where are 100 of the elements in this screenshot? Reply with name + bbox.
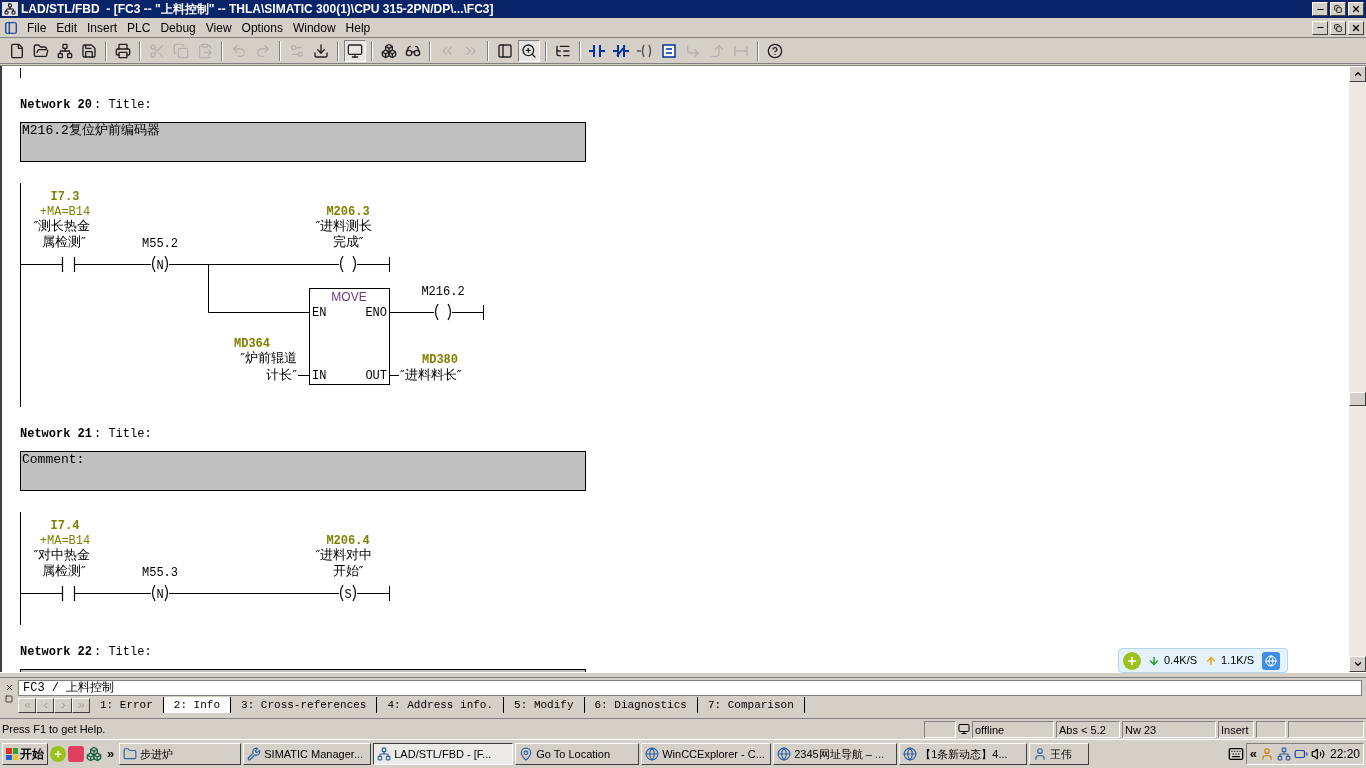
zoom-icon (521, 42, 537, 59)
tray-expand-button[interactable]: « (1249, 744, 1257, 764)
keyboard-icon (1227, 746, 1244, 762)
window-title: LAD/STL/FBD - [FC3 -- "上料控制" -- THLA\SIMATIC 300(1)\CPU 315-2PN/DP\...\FC3] (21, 1, 495, 18)
settings-icon (289, 42, 305, 59)
network-title: : Title: (94, 426, 152, 443)
globe-icon (777, 747, 792, 761)
close-button[interactable] (1348, 2, 1364, 16)
rung-rail (18, 68, 22, 78)
network-comment: M216.2复位炉前编码器 (20, 122, 586, 162)
symbol-comment: 属检测″ (42, 234, 86, 249)
minimize-button[interactable] (1312, 20, 1328, 35)
upload-speed: 1.1K/S (1221, 653, 1255, 669)
quick-launch-icon (50, 746, 66, 762)
operand-address: M55.2 (142, 237, 178, 251)
connection-icon (958, 723, 970, 735)
menu-item[interactable]: Options (236, 18, 288, 37)
vertical-scrollbar[interactable] (1349, 66, 1366, 672)
network-icon (57, 42, 73, 59)
toolbar-button[interactable] (344, 39, 366, 62)
restore-button[interactable] (1330, 20, 1346, 35)
network-number: Network 20 (20, 97, 92, 114)
coil-icon (637, 43, 653, 58)
menu-item[interactable]: Window (287, 18, 341, 37)
operand-address: MD364 (234, 337, 270, 351)
tab-scroll-button[interactable] (54, 697, 72, 713)
operand-address: I7.4 (50, 519, 80, 533)
taskbar-button[interactable]: 【1条新动态】4... (899, 743, 1028, 765)
tray-icon (1276, 747, 1291, 761)
undo-icon (231, 42, 247, 59)
menu-item[interactable]: View (200, 18, 237, 37)
operand-tag: +MA=B14 (39, 205, 91, 219)
status-panel (924, 720, 956, 738)
quick-launch-icon (68, 746, 84, 762)
globe-icon (645, 747, 660, 761)
menu-item[interactable]: File (22, 18, 52, 37)
block-path-field[interactable]: FC3 / 上料控制 (18, 680, 1362, 696)
tab-scroll-button[interactable] (18, 697, 36, 713)
restore-icon (1334, 5, 1342, 13)
taskbar-button[interactable]: LAD/STL/FBD - [F... (373, 743, 514, 765)
symbol-comment: ″测长热金 (33, 218, 91, 233)
menu-item[interactable]: Insert (82, 18, 123, 37)
operand-address: M206.4 (326, 534, 370, 548)
arrow-icon (76, 700, 86, 710)
symbol-comment: 完成″ (332, 234, 364, 249)
network-number: Network 21 (20, 426, 92, 443)
block-name: MOVE (331, 290, 367, 304)
operand-address: M55.3 (142, 566, 178, 580)
network-number: Network 22 (20, 644, 92, 661)
restore-button[interactable] (1330, 2, 1346, 16)
taskbar-button[interactable]: WinCCExplorer - C... (641, 743, 772, 765)
pin-label: IN (312, 369, 327, 383)
taskbar-button[interactable]: 王伟 (1029, 743, 1090, 765)
menu-item[interactable]: Help (340, 18, 376, 37)
tab-scroll-button[interactable] (72, 697, 90, 713)
scroll-down-button[interactable] (1349, 656, 1366, 672)
scroll-thumb[interactable] (1349, 392, 1366, 406)
panel-toggle-button[interactable] (3, 694, 15, 704)
operand-address: MD380 (422, 353, 458, 367)
minimize-button[interactable] (1312, 2, 1328, 16)
branch-open-icon (685, 42, 701, 59)
help-icon (767, 42, 783, 59)
taskbar-button[interactable]: 步进炉 (119, 743, 242, 765)
branch-close-icon (709, 42, 725, 59)
scroll-up-button[interactable] (1349, 66, 1366, 82)
app-icon (2, 2, 18, 16)
download-icon (313, 42, 329, 59)
symbol-comment: ″炉前辊道 (240, 350, 297, 365)
operand-address: I7.3 (50, 190, 80, 204)
menu-item[interactable]: Edit (51, 18, 83, 37)
contact-symbol (61, 256, 76, 273)
connection-icon (733, 43, 749, 58)
close-icon (4, 682, 14, 692)
taskbar-button[interactable]: Go To Location (515, 743, 640, 765)
start-button[interactable]: 开始 (2, 743, 48, 765)
symbol-comment: 计长″ (266, 367, 297, 382)
network-node-icon (381, 42, 397, 59)
toolbar-button[interactable] (518, 39, 540, 62)
status-help-text: Press F1 to get Help. (1, 721, 107, 737)
quick-launch-icon (86, 746, 102, 762)
contact-icon (589, 43, 605, 58)
download-arrow-icon (1148, 654, 1160, 667)
close-button[interactable] (1348, 20, 1364, 35)
status-network: Nw 23 (1122, 720, 1216, 738)
coil-symbol (339, 255, 357, 273)
status-mode: offline (972, 720, 1054, 738)
menu-item[interactable]: Debug (155, 18, 201, 37)
output-tab[interactable]: 2: Info (163, 697, 232, 713)
more-button[interactable]: » (104, 744, 118, 764)
taskbar-button[interactable]: 2345网址导航 – ... (773, 743, 898, 765)
taskbar-button[interactable]: SIMATIC Manager... (243, 743, 372, 765)
redo-icon (255, 42, 271, 59)
pin-label: ENO (365, 306, 387, 320)
battery-icon (1293, 747, 1308, 761)
symbol-comment: 开始″ (332, 563, 364, 578)
tab-scroll-button[interactable] (36, 697, 54, 713)
menu-item[interactable]: PLC (122, 18, 156, 37)
copy-icon (173, 42, 189, 59)
close-icon (1351, 4, 1361, 14)
symbol-comment: ″进料测长 (315, 218, 373, 233)
